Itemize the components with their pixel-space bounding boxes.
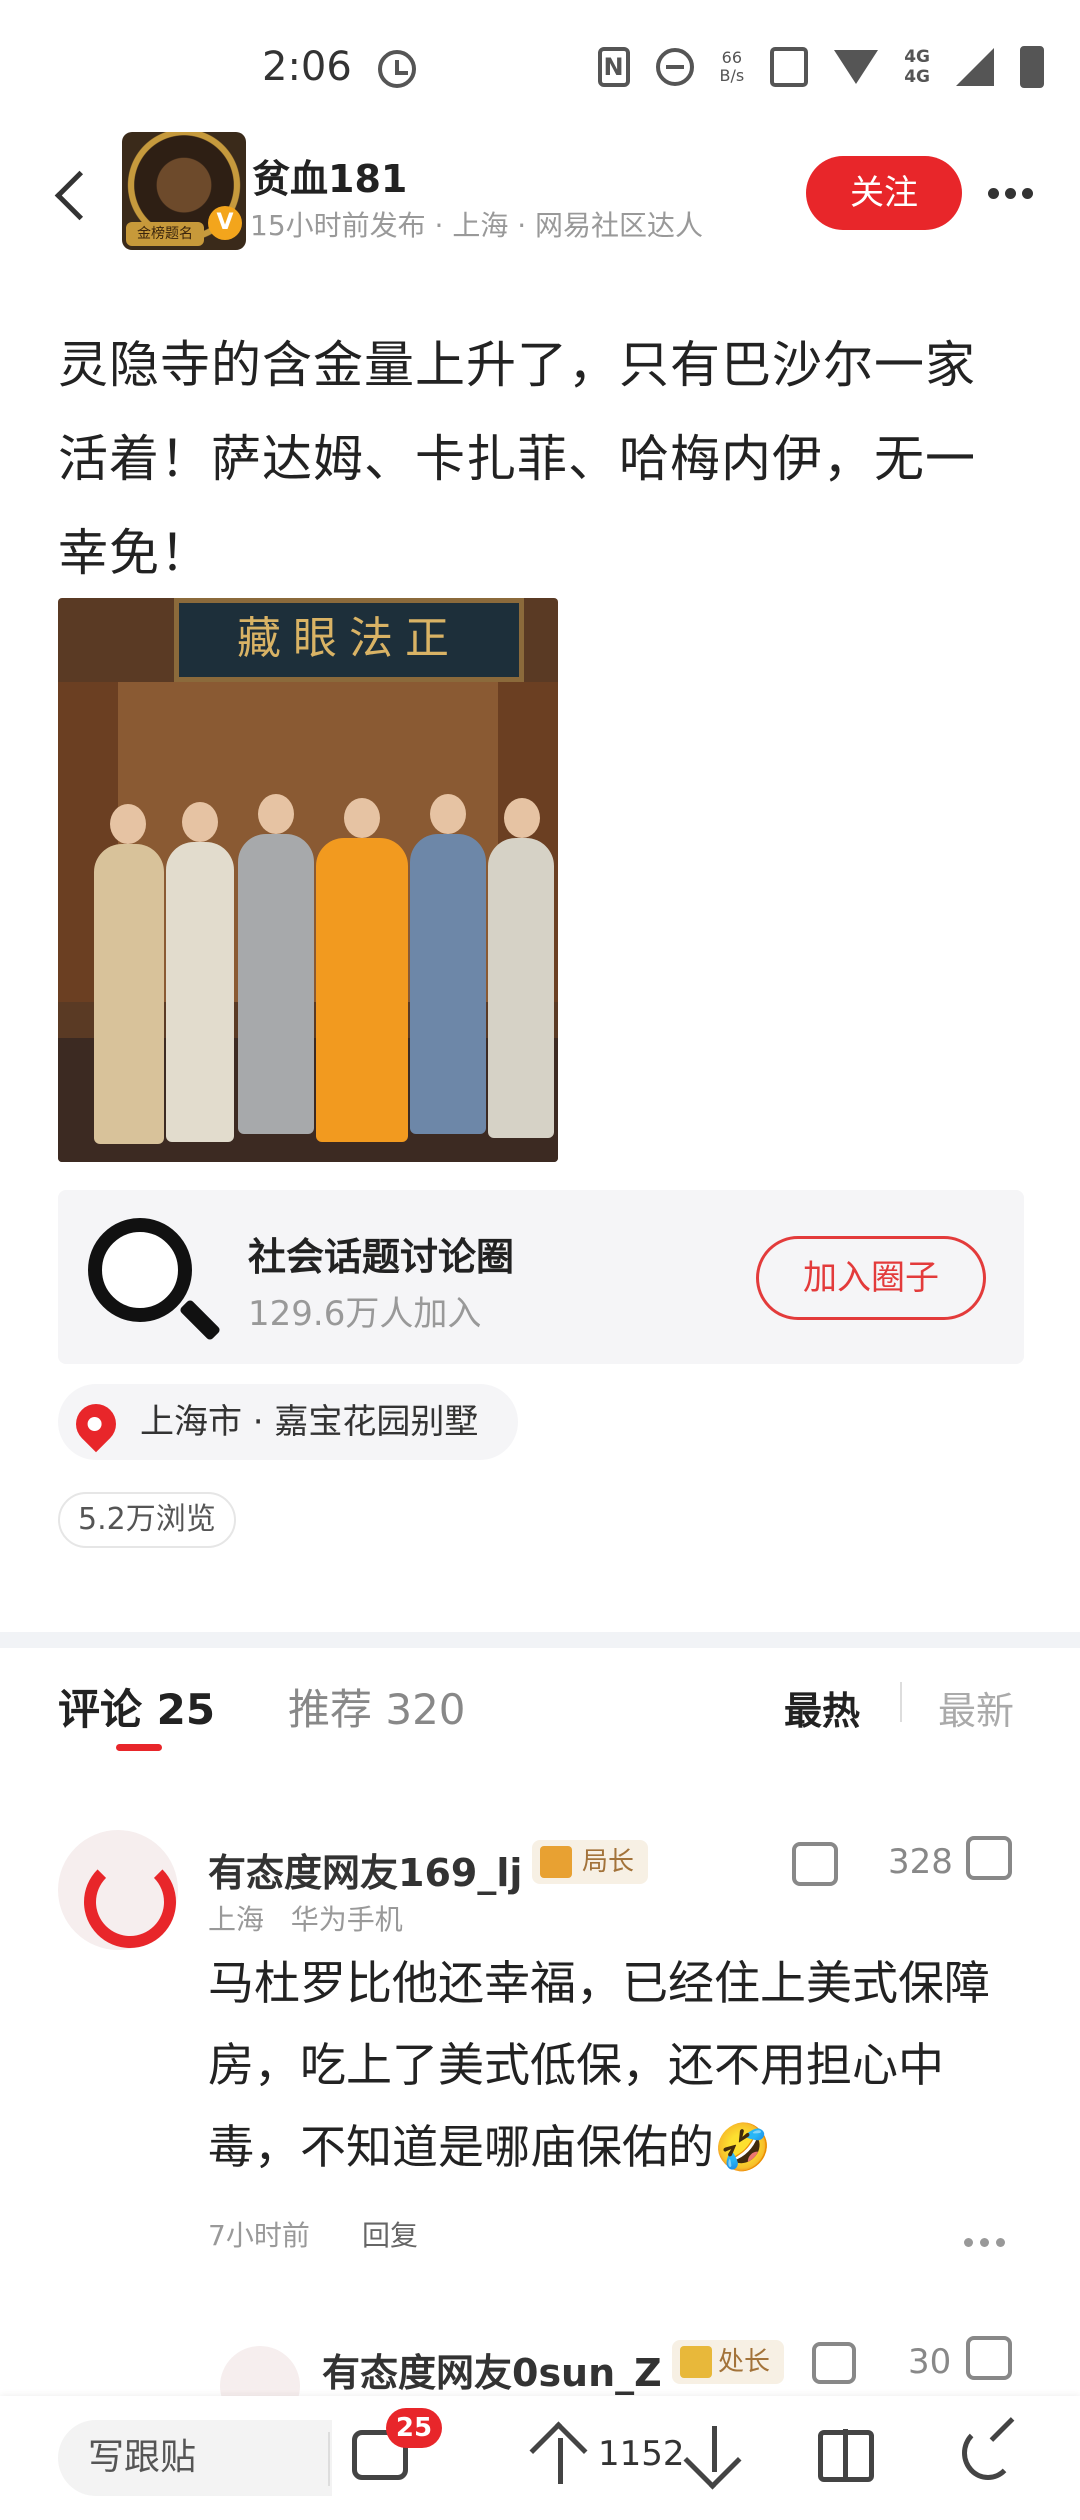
thumb-up-icon[interactable] <box>966 2336 1012 2380</box>
thumb-down-icon[interactable] <box>792 1842 838 1886</box>
photo-person <box>166 842 234 1142</box>
follow-button[interactable]: 关注 <box>806 156 962 230</box>
back-icon[interactable] <box>44 160 104 230</box>
comment-like-count: 328 <box>888 1842 953 1882</box>
views-count: 5.2万浏览 <box>58 1492 236 1548</box>
downvote-icon[interactable] <box>688 2426 742 2482</box>
circle-card[interactable]: 社会话题讨论圈 129.6万人加入 加入圈子 <box>58 1190 1024 1364</box>
verified-icon: V <box>208 206 242 240</box>
post-photo[interactable]: 藏眼法正 <box>58 598 558 1162</box>
photo-person-head <box>110 804 146 844</box>
photo-person-head <box>504 798 540 838</box>
tab-recommend[interactable]: 推荐 320 <box>288 1676 466 1737</box>
sub-comment-like-count: 30 <box>908 2342 952 2382</box>
post-text: 灵隐寺的含金量上升了，只有巴沙尔一家活着！萨达姆、卡扎菲、哈梅内伊，无一幸免！ <box>58 336 976 582</box>
photo-person <box>410 834 486 1134</box>
net-speed: 66 B/s <box>719 48 745 85</box>
rank-label: 处长 <box>718 2347 771 2377</box>
photo-person-head <box>182 802 218 842</box>
clock-icon <box>378 50 416 88</box>
sub-comment-author[interactable]: 有态度网友0sun_Z <box>322 2342 662 2397</box>
photo-person-head <box>430 794 466 834</box>
gift-icon[interactable] <box>818 2429 874 2482</box>
sort-hot[interactable]: 最热 <box>784 1680 860 1735</box>
more-icon[interactable] <box>988 188 1034 200</box>
avatar-badge: 金榜题名 <box>126 222 204 246</box>
rank-icon <box>540 1846 572 1878</box>
location-text: 上海市 · 嘉宝花园别墅 <box>140 1402 479 1442</box>
share-icon[interactable] <box>962 2426 1014 2480</box>
rank-label: 局长 <box>582 1847 635 1877</box>
battery-icon <box>1020 46 1044 88</box>
reply-input[interactable]: 写跟贴 <box>58 2420 332 2496</box>
comment-time: 7小时前 <box>208 2219 310 2252</box>
active-tab-indicator <box>116 1744 162 1751</box>
section-divider <box>0 1632 1080 1648</box>
comment-more-icon[interactable] <box>964 2238 1010 2248</box>
sort-new[interactable]: 最新 <box>938 1680 1014 1735</box>
photo-person-head <box>344 798 380 838</box>
comment-author[interactable]: 有态度网友169_lj <box>208 1842 522 1897</box>
data-icon <box>770 47 809 87</box>
reply-button[interactable]: 回复 <box>362 2214 418 2254</box>
post-meta: 15小时前发布 · 上海 · 网易社区达人 <box>250 209 704 242</box>
globe-search-icon <box>88 1218 192 1322</box>
photo-person-head <box>258 794 294 834</box>
signal-icon <box>956 48 994 86</box>
rank-badge: 处长 <box>672 2340 785 2384</box>
photo-plaque: 藏眼法正 <box>174 598 524 682</box>
photo-person <box>238 834 314 1134</box>
bottom-bar: 写跟贴 25 1152 <box>0 2396 1080 2520</box>
comment-text: 马杜罗比他还幸福，已经住上美式保障房，吃上了美式低保，还不用担心中毒，不知道是哪… <box>208 1956 990 2174</box>
tab-comments[interactable]: 评论 25 <box>58 1676 215 1737</box>
status-time: 2:06 <box>262 44 352 90</box>
circle-member-count: 129.6万人加入 <box>248 1294 482 1334</box>
nfc-icon: N <box>597 47 630 87</box>
circle-name: 社会话题讨论圈 <box>248 1235 515 1279</box>
upvote-icon[interactable] <box>534 2426 588 2484</box>
photo-person <box>94 844 164 1144</box>
comment-count-badge: 25 <box>386 2408 442 2448</box>
comment-meta: 上海 华为手机 <box>208 1903 403 1936</box>
sort-separator <box>900 1682 902 1722</box>
rank-badge: 局长 <box>532 1840 649 1884</box>
photo-person <box>316 838 408 1142</box>
location-tag[interactable]: 上海市 · 嘉宝花园别墅 <box>58 1384 519 1460</box>
join-circle-button[interactable]: 加入圈子 <box>756 1236 986 1320</box>
location-pin-icon <box>67 1395 125 1453</box>
photo-person <box>488 838 554 1138</box>
wifi-icon <box>834 50 879 84</box>
bottom-separator <box>328 2432 330 2486</box>
thumb-down-icon[interactable] <box>812 2342 856 2384</box>
dnd-icon <box>655 48 694 86</box>
thumb-up-icon[interactable] <box>966 1836 1012 1880</box>
comment-avatar[interactable] <box>58 1830 178 1950</box>
rank-icon <box>680 2346 712 2378</box>
vote-count: 1152 <box>598 2434 685 2474</box>
network-type: 4G 4G <box>904 47 930 87</box>
status-bar: 2:06 N 66 B/s 4G 4G <box>0 0 1080 140</box>
author-name[interactable]: 贫血181 <box>252 148 407 203</box>
status-icons: N 66 B/s 4G 4G <box>597 46 1044 88</box>
